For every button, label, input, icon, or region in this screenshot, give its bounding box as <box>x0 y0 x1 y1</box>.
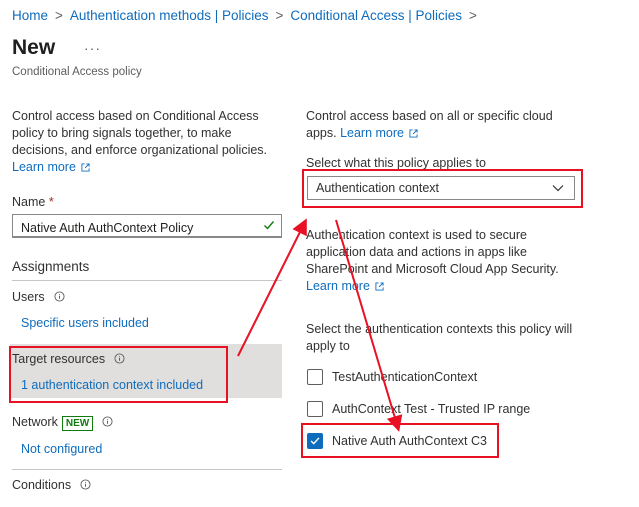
chevron-right-icon: > <box>275 8 284 23</box>
external-link-icon <box>409 129 418 138</box>
context-checkbox-2[interactable] <box>307 433 323 449</box>
auth-contexts-label: Select the authentication contexts this … <box>306 322 573 353</box>
chevron-right-icon: > <box>469 8 477 23</box>
learn-more-label: Learn more <box>306 279 370 293</box>
info-icon[interactable] <box>102 416 113 427</box>
page-title: New <box>12 36 56 59</box>
auth-context-description: Authentication context is used to secure… <box>306 227 576 295</box>
cloud-apps-intro: Control access based on all or specific … <box>306 108 568 142</box>
users-label-text: Users <box>12 290 45 304</box>
applies-to-selected-value: Authentication context <box>316 181 439 195</box>
policy-name-input[interactable] <box>12 214 282 238</box>
auth-context-description-text: Authentication context is used to secure… <box>306 228 559 276</box>
page-subtitle: Conditional Access policy <box>12 66 142 78</box>
info-icon[interactable] <box>114 353 125 364</box>
external-link-icon <box>375 282 384 291</box>
context-checkbox-0[interactable] <box>307 369 323 385</box>
more-options-button[interactable]: ··· <box>84 40 101 56</box>
assignments-heading: Assignments <box>12 259 90 274</box>
conditions-label[interactable]: Conditions <box>12 478 91 492</box>
context-checkbox-1[interactable] <box>307 401 323 417</box>
breadcrumb-auth-methods[interactable]: Authentication methods | Policies <box>70 8 269 23</box>
learn-more-label: Learn more <box>340 126 405 140</box>
applies-to-dropdown[interactable]: Authentication context <box>307 176 575 200</box>
divider <box>12 280 282 281</box>
breadcrumb: Home > Authentication methods | Policies > C… <box>12 8 484 23</box>
network-value-link[interactable]: Not configured <box>21 442 102 456</box>
context-label-1: AuthContext Test - Trusted IP range <box>332 402 531 416</box>
learn-more-link[interactable]: Learn more <box>306 279 384 293</box>
name-label: Name * <box>12 195 54 209</box>
applies-to-label: Select what this policy applies to <box>306 156 486 170</box>
learn-more-label: Learn more <box>12 160 76 174</box>
policy-description-text: Control access based on Conditional Acce… <box>12 109 268 157</box>
chevron-down-icon <box>552 185 564 192</box>
arrow-to-dropdown <box>237 218 307 357</box>
users-value-link[interactable]: Specific users included <box>21 316 149 330</box>
info-icon[interactable] <box>54 291 65 302</box>
chevron-right-icon: > <box>55 8 63 23</box>
target-resources-label: Target resources <box>12 352 125 366</box>
network-label: Network NEW <box>12 415 113 431</box>
context-label-2: Native Auth AuthContext C3 <box>332 434 487 448</box>
conditions-label-text: Conditions <box>12 478 72 492</box>
target-resources-value-link[interactable]: 1 authentication context included <box>21 378 203 392</box>
divider <box>12 469 282 470</box>
breadcrumb-conditional-access[interactable]: Conditional Access | Policies <box>290 8 462 23</box>
external-link-icon <box>81 163 90 172</box>
network-label-text: Network <box>12 415 58 429</box>
learn-more-link[interactable]: Learn more <box>340 126 418 140</box>
target-resources-label-text: Target resources <box>12 352 106 366</box>
users-label: Users <box>12 290 65 304</box>
learn-more-link[interactable]: Learn more <box>12 160 90 174</box>
info-icon[interactable] <box>80 479 91 490</box>
required-marker: * <box>48 195 54 209</box>
checkmark-icon <box>264 221 275 230</box>
context-label-0: TestAuthenticationContext <box>332 370 478 384</box>
name-label-text: Name <box>12 195 46 209</box>
checkmark-icon <box>310 437 320 445</box>
policy-description: Control access based on Conditional Acce… <box>12 108 274 176</box>
new-badge: NEW <box>61 416 94 431</box>
breadcrumb-home[interactable]: Home <box>12 8 48 23</box>
